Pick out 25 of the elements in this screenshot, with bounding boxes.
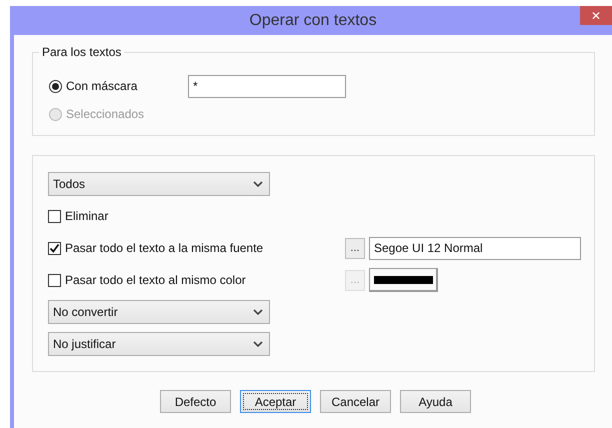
dropdown[interactable]: No justificar: [48, 332, 270, 356]
dialog-button[interactable]: Defecto: [160, 390, 231, 413]
checkbox-label[interactable]: Pasar todo el texto al mismo color: [65, 273, 246, 287]
font-field[interactable]: Segoe UI 12 Normal: [369, 236, 581, 260]
browse-button[interactable]: ...: [345, 238, 365, 258]
chevron-down-icon: [253, 341, 263, 347]
checkbox[interactable]: [48, 210, 61, 222]
window-title: Operar con textos: [249, 12, 377, 30]
dialog-button[interactable]: Ayuda: [400, 390, 471, 413]
radio-button[interactable]: [49, 80, 62, 92]
color-button[interactable]: [369, 268, 438, 292]
chevron-down-icon: [253, 309, 263, 315]
group-legend: Para los textos: [39, 45, 124, 59]
dropdown[interactable]: No convertir: [48, 300, 270, 324]
close-button[interactable]: ✕: [580, 6, 612, 25]
chevron-down-icon: [253, 181, 263, 187]
dropdown[interactable]: Todos: [48, 172, 270, 196]
dialog-button[interactable]: Aceptar: [240, 390, 311, 413]
dialog-button[interactable]: Cancelar: [320, 390, 391, 413]
checkbox[interactable]: [48, 242, 61, 254]
checkbox[interactable]: [48, 274, 61, 286]
checkbox-label[interactable]: Eliminar: [65, 209, 108, 223]
radio-label[interactable]: Con máscara: [66, 79, 138, 93]
checkbox-label[interactable]: Pasar todo el texto a la misma fuente: [65, 241, 264, 255]
mask-field[interactable]: *: [188, 74, 346, 98]
